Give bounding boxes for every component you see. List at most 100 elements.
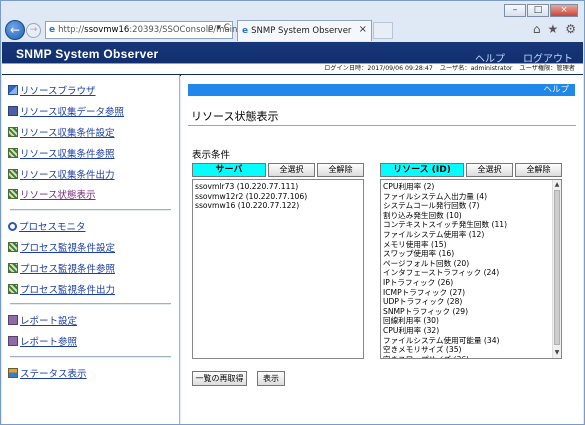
login-user: ユーザ名：administrator (439, 65, 513, 72)
sidebar-item[interactable]: リソース収集条件出力 (2, 163, 179, 184)
sidebar-item[interactable]: リソース収集データ参照 (2, 101, 179, 122)
scroll-down-arrow-icon[interactable]: ▼ (553, 349, 561, 357)
close-window-button[interactable]: × (550, 4, 578, 17)
status-icon (8, 367, 18, 378)
condition-icon (8, 126, 18, 137)
server-listbox[interactable]: ssovmlr73 (10.220.77.111) ssovmw12r2 (10.… (192, 179, 364, 359)
list-item[interactable]: ページフォルト回数 (20) (383, 259, 559, 269)
sidebar-item[interactable]: ステータス表示 (2, 363, 179, 384)
browser-toolbar: ← → e http://ssovmw16:20393/SSOConsole/m… (1, 18, 584, 42)
sidebar-group-resource: リソースブラウザ リソース収集データ参照 リソース収集条件設定 リソース収集条件参照リ… (2, 80, 179, 205)
scroll-up-arrow-icon[interactable]: ▲ (553, 181, 561, 189)
list-item[interactable]: ssovmlr73 (10.220.77.111) (195, 182, 361, 192)
login-permission: ユーザ権限：管理者 (519, 65, 575, 72)
sidebar-group-status: ステータス表示 (2, 363, 179, 384)
page-icon: e (49, 25, 56, 35)
maximize-button[interactable]: □ (527, 4, 549, 17)
browser-window: – □ × ← → e http://ssovmw16:20393/SSOCon… (0, 0, 585, 425)
list-item[interactable]: ssovmw16 (10.220.77.122) (195, 201, 361, 211)
list-item[interactable]: メモリ使用率 (15) (383, 240, 559, 250)
settings-gear-icon[interactable]: ⚙ (565, 22, 576, 36)
sidebar-item-label: リソース収集条件参照 (20, 148, 115, 160)
sidebar-item[interactable]: レポート設定 (2, 310, 179, 331)
scroll-thumb[interactable] (554, 190, 560, 345)
app-title: SNMP System Observer (16, 47, 159, 61)
sidebar-item[interactable]: リソース状態表示 (2, 184, 179, 205)
report-icon (8, 336, 18, 347)
list-item[interactable]: IPトラフィック (26) (383, 278, 559, 288)
condition-icon (8, 262, 18, 273)
server-select-all-button[interactable]: 全選択 (268, 163, 315, 177)
tab-snmp-system-observer[interactable]: e SNMP System Observer × (237, 20, 372, 41)
sidebar-group-process: プロセスモニタプロセス監視条件設定プロセス監視条件参照 プロセス監視条件出力 (2, 216, 179, 299)
resource-deselect-all-button[interactable]: 全解除 (515, 163, 562, 177)
sidebar-item-label: レポート参照 (20, 337, 78, 349)
list-item[interactable]: ファイルシステム入出力量 (4) (383, 192, 559, 202)
server-deselect-all-button[interactable]: 全解除 (317, 163, 364, 177)
list-item[interactable]: ファイルシステム使用率 (12) (383, 230, 559, 240)
back-button[interactable]: ← (5, 20, 25, 40)
sidebar-item[interactable]: プロセス監視条件参照 (2, 257, 179, 278)
sidebar-item-label: レポート設定 (20, 316, 78, 328)
sidebar-item[interactable]: プロセスモニタ (2, 216, 179, 237)
content-help-link[interactable]: ヘルプ (188, 84, 575, 96)
list-item[interactable]: 回線利用率 (30) (383, 316, 559, 326)
sidebar-item-label: リソース収集条件出力 (20, 169, 115, 181)
list-item[interactable]: CPU利用率 (32) (383, 326, 559, 336)
sidebar-item[interactable]: プロセス監視条件設定 (2, 237, 179, 258)
sidebar-divider (10, 302, 171, 305)
new-tab-button[interactable] (373, 22, 393, 39)
url-prefix: http:// (58, 25, 85, 35)
login-info-bar: ログイン日時：2017/09/06 09:28:47 ユーザ名：administ… (2, 63, 583, 74)
list-item[interactable]: UDPトラフィック (28) (383, 297, 559, 307)
sidebar-item-label: リソースブラウザ (20, 86, 96, 98)
sidebar-item-label: リソース収集条件設定 (20, 127, 115, 139)
sidebar-group-report: レポート設定 レポート参照 (2, 310, 179, 352)
list-item[interactable]: ssovmw12r2 (10.220.77.106) (195, 192, 361, 202)
list-item[interactable]: インタフェーストラフィック (24) (383, 268, 559, 278)
sidebar: リソースブラウザ リソース収集データ参照 リソース収集条件設定 リソース収集条件参照リ… (2, 75, 180, 424)
list-item[interactable]: CPU利用率 (2) (383, 182, 559, 192)
list-item[interactable]: 空きスワップサイズ (36) (383, 355, 559, 358)
sidebar-item-label: リソース収集データ参照 (20, 107, 125, 119)
main-content: ヘルプ リソース状態表示 表示条件 サーバ 全選択 全解除 ssovmlr73 … (181, 75, 583, 424)
condition-icon (8, 147, 18, 158)
list-item[interactable]: システムコール発行回数 (7) (383, 201, 559, 211)
list-item[interactable]: 割り込み発生回数 (10) (383, 211, 559, 221)
window-controls: – □ × (504, 4, 578, 17)
reload-list-button[interactable]: 一覧の再取得 (192, 371, 247, 386)
sidebar-item-label: プロセスモニタ (19, 222, 86, 234)
favorites-star-icon[interactable]: ★ (547, 22, 558, 36)
list-item[interactable]: SNMPトラフィック (29) (383, 307, 559, 317)
resource-scrollbar[interactable]: ▲ ▼ (552, 180, 561, 358)
sidebar-divider (10, 208, 171, 211)
home-icon[interactable]: ⌂ (533, 22, 541, 36)
minimize-button[interactable]: – (504, 4, 526, 17)
condition-icon (8, 241, 18, 252)
sidebar-item[interactable]: プロセス監視条件出力 (2, 278, 179, 299)
sidebar-item[interactable]: リソース収集条件参照 (2, 142, 179, 163)
list-item[interactable]: ICMPトラフィック (27) (383, 288, 559, 298)
list-item[interactable]: コンテキストスイッチ発生回数 (11) (383, 220, 559, 230)
resource-listbox[interactable]: ▲ ▼ CPU利用率 (2) ファイルシステム入出力量 (4) システムコール発行回… (380, 179, 562, 359)
magnifier-icon (8, 221, 17, 231)
resource-header: リソース (ID) (380, 163, 464, 177)
resource-select-all-button[interactable]: 全選択 (466, 163, 513, 177)
tab-close-icon[interactable]: × (359, 24, 367, 35)
resource-panel: リソース (ID) 全選択 全解除 ▲ ▼ CPU利用率 (2) ファイルシステム… (380, 163, 562, 359)
forward-button[interactable]: → (26, 23, 41, 38)
list-item[interactable]: スワップ使用率 (16) (383, 249, 559, 259)
sidebar-item[interactable]: リソースブラウザ (2, 80, 179, 101)
list-item[interactable]: ファイルシステム使用可能量 (34) (383, 336, 559, 346)
list-item[interactable]: 空きメモリサイズ (35) (383, 345, 559, 355)
sidebar-item[interactable]: レポート参照 (2, 331, 179, 352)
tab-title: SNMP System Observer (251, 26, 352, 36)
tab-page-icon: e (242, 26, 249, 36)
data-view-icon (8, 106, 18, 117)
display-button[interactable]: 表示 (257, 371, 285, 386)
search-refresh-icon[interactable]: ρ ▾ C (208, 23, 230, 33)
address-bar[interactable]: e http://ssovmw16:20393/SSOConsole/main … (45, 21, 237, 39)
sidebar-item[interactable]: リソース収集条件設定 (2, 122, 179, 143)
page-title: リソース状態表示 (191, 110, 279, 123)
sidebar-item-label: プロセス監視条件設定 (20, 242, 116, 254)
